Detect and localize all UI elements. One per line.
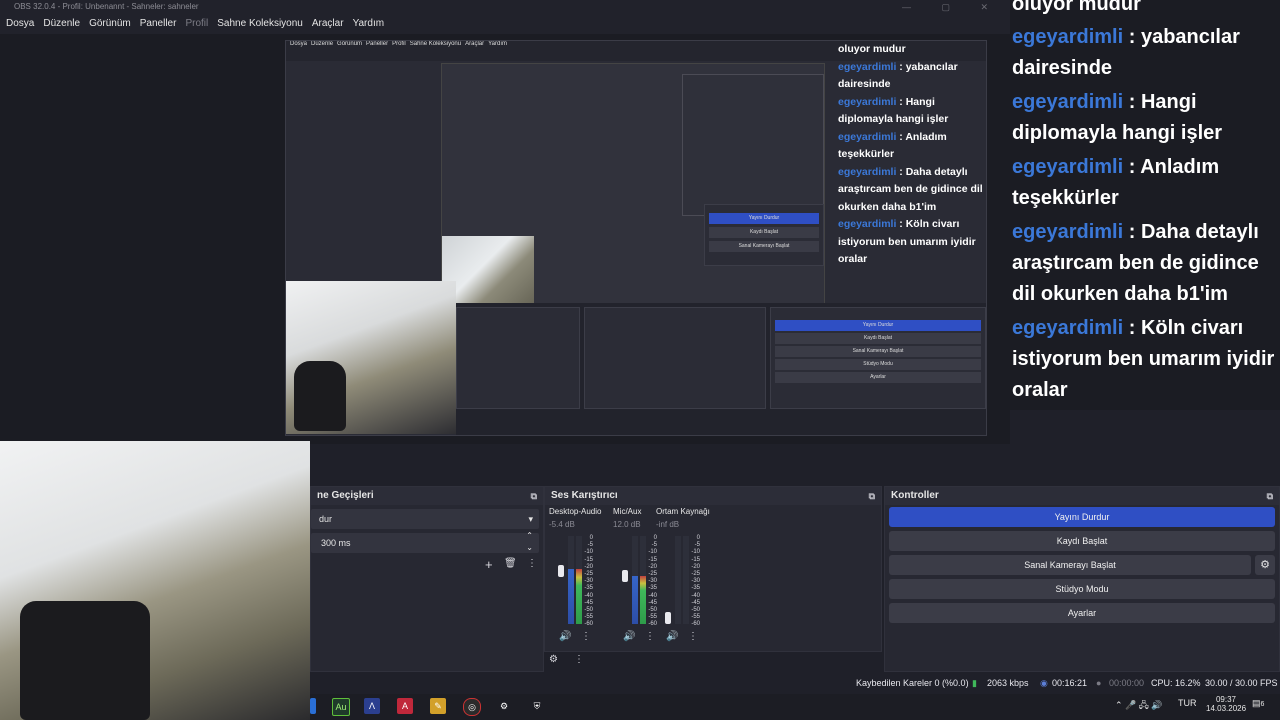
studio-mode-button[interactable]: Stüdyo Modu <box>889 579 1275 599</box>
fps: 30.00 / 30.00 FPS <box>1205 678 1278 688</box>
taskbar: Au Λ A ✎ ◎ ⚙ ⛨ ⌃ 🎤 🖧 🔊 TUR 09:37 14.03.20… <box>310 694 1280 720</box>
mixer-channel-db: -5.4 dB <box>549 520 575 529</box>
menu-duzenle[interactable]: Düzenle <box>43 18 80 29</box>
shield-icon[interactable]: ⛨ <box>529 698 545 714</box>
menu-dosya[interactable]: Dosya <box>6 18 34 29</box>
popout-icon[interactable]: ⧉ <box>869 487 875 505</box>
volume-slider[interactable] <box>622 570 628 582</box>
chat-message: egeyardimli : Hangi diplomayla hangi işl… <box>1012 91 1223 144</box>
bitrate: 2063 kbps <box>987 678 1029 688</box>
chat-message: oluyor mudur <box>1012 0 1141 15</box>
volume-meter <box>675 536 681 624</box>
obs-icon[interactable]: ◎ <box>463 698 481 716</box>
menu-sahne-koleksiyonu[interactable]: Sahne Koleksiyonu <box>217 18 303 29</box>
broadcast-icon: ◉ <box>1040 678 1048 688</box>
chat-message: egeyardimli : Köln civarı istiyorum ben … <box>1012 317 1275 401</box>
status-bar: Kaybedilen Kareler 0 (%0.0) ▮ 2063 kbps … <box>310 672 1280 696</box>
transitions-panel: ne Geçişleri ⧉ dur ▾ 300 ms ⌃ ⌄ + 🗑 ⋮ <box>310 486 544 672</box>
nested-controls: Yayını Durdur Kaydı Başlat Sanal Kameray… <box>704 204 824 266</box>
menu-profil[interactable]: Profil <box>185 18 208 29</box>
clock[interactable]: 09:37 14.03.2026 <box>1206 695 1246 713</box>
trash-icon[interactable]: 🗑 <box>504 558 517 569</box>
chat-message: egeyardimli : Daha detaylı araştırcam be… <box>1012 221 1259 305</box>
dropped-frames: Kaybedilen Kareler 0 (%0.0) <box>856 678 969 688</box>
audition-icon[interactable]: Au <box>332 698 350 716</box>
menu-araclar[interactable]: Araçlar <box>312 18 344 29</box>
popout-icon[interactable]: ⧉ <box>531 487 537 505</box>
more-icon[interactable]: ⋮ <box>574 654 584 665</box>
transition-select[interactable]: dur ▾ <box>311 509 539 529</box>
volume-slider[interactable] <box>558 565 564 577</box>
live-time: 00:16:21 <box>1052 678 1088 688</box>
volume-slider[interactable] <box>665 612 671 624</box>
volume-meter <box>632 536 638 624</box>
webcam-source-small <box>286 281 456 434</box>
more-icon[interactable]: ⋮ <box>581 631 591 642</box>
meter-scale: 0 -5 -10 -15 -20 -25 -30 -35 -40 -45 -50 -55 -60 <box>691 535 700 628</box>
settings-button[interactable]: Ayarlar <box>889 603 1275 623</box>
menu-paneller[interactable]: Paneller <box>140 18 177 29</box>
settings-gear-icon[interactable]: ⚙ <box>496 698 512 714</box>
speaker-icon[interactable]: 🔊 <box>623 631 635 642</box>
chair-graphic <box>294 361 346 431</box>
stepper-icon[interactable]: ⌃ ⌄ <box>526 530 533 554</box>
stop-streaming-button[interactable]: Yayını Durdur <box>889 507 1275 527</box>
speaker-icon[interactable]: 🔊 <box>666 631 678 642</box>
mixer-channel-db: -inf dB <box>656 520 680 529</box>
nested-preview-3 <box>682 74 824 216</box>
window-controls[interactable]: — ▢ ✕ <box>902 2 1002 13</box>
chair-graphic <box>20 601 150 720</box>
app-icon[interactable] <box>310 698 316 714</box>
gear-icon[interactable]: ⚙ <box>1255 555 1275 575</box>
app-icon[interactable]: Λ <box>364 698 380 714</box>
webcam-source <box>0 441 310 720</box>
language-indicator[interactable]: TUR <box>1178 698 1197 708</box>
menu-items: Dosya Düzenle Görünüm Paneller Profil Sa… <box>6 18 393 29</box>
cpu-usage: CPU: 16.2% <box>1151 678 1201 688</box>
record-icon: ● <box>1096 678 1102 688</box>
mixer-channel-name: Desktop-Audio <box>549 507 602 516</box>
add-icon[interactable]: + <box>485 557 493 572</box>
volume-meter <box>568 536 574 624</box>
mixer-channel-db: 12.0 dB <box>613 520 641 529</box>
window-title: OBS 32.0.4 - Profil: Unbenannt - Sahnele… <box>14 2 199 11</box>
nested-docks: Yayını Durdur Kaydı Başlat Sanal Kameray… <box>456 303 986 435</box>
nested-preview-2: Yayını Durdur Kaydı Başlat Sanal Kameray… <box>441 63 825 321</box>
signal-icon: ▮ <box>972 678 977 688</box>
start-recording-button[interactable]: Kaydı Başlat <box>889 531 1275 551</box>
more-icon[interactable]: ⋮ <box>645 631 655 642</box>
pencil-icon[interactable]: ✎ <box>430 698 446 714</box>
more-icon[interactable]: ⋮ <box>527 558 537 569</box>
mixer-channel-name: Mic/Aux <box>613 507 642 516</box>
menu-gorunum[interactable]: Görünüm <box>89 18 131 29</box>
chat-message: egeyardimli : yabancılar dairesinde <box>1012 26 1240 79</box>
more-icon[interactable]: ⋮ <box>688 631 698 642</box>
mixer-settings-icon[interactable]: ⚙ <box>549 654 558 665</box>
popout-icon[interactable]: ⧉ <box>1267 487 1273 505</box>
start-virtual-camera-button[interactable]: Sanal Kamerayı Başlat <box>889 555 1251 575</box>
chevron-down-icon: ▾ <box>528 514 533 524</box>
meter-scale: 0 -5 -10 -15 -20 -25 -30 -35 -40 -45 -50 -55 -60 <box>584 535 593 628</box>
meter-scale: 0 -5 -10 -15 -20 -25 -30 -35 -40 -45 -50 -55 -60 <box>648 535 657 628</box>
notification-icon[interactable]: ▤6 <box>1252 698 1264 709</box>
transitions-title: ne Geçişleri ⧉ <box>311 487 543 505</box>
chat-message: egeyardimli : Anladım teşekkürler <box>1012 156 1220 209</box>
speaker-icon[interactable]: 🔊 <box>559 631 571 642</box>
tray-icons[interactable]: ⌃ 🎤 🖧 🔊 <box>1115 698 1163 714</box>
record-time: 00:00:00 <box>1109 678 1145 688</box>
acrobat-icon[interactable]: A <box>397 698 413 714</box>
transition-duration[interactable]: 300 ms ⌃ ⌄ <box>311 530 539 554</box>
chat-overlay: oluyor mudur egeyardimli : yabancılar da… <box>1010 0 1280 410</box>
mixer-title: Ses Karıştırıcı ⧉ <box>545 487 881 505</box>
mixer-channel-name: Ortam Kaynağı <box>656 507 710 516</box>
menu-yardim[interactable]: Yardım <box>353 18 385 29</box>
controls-title: Kontroller ⧉ <box>885 487 1279 505</box>
